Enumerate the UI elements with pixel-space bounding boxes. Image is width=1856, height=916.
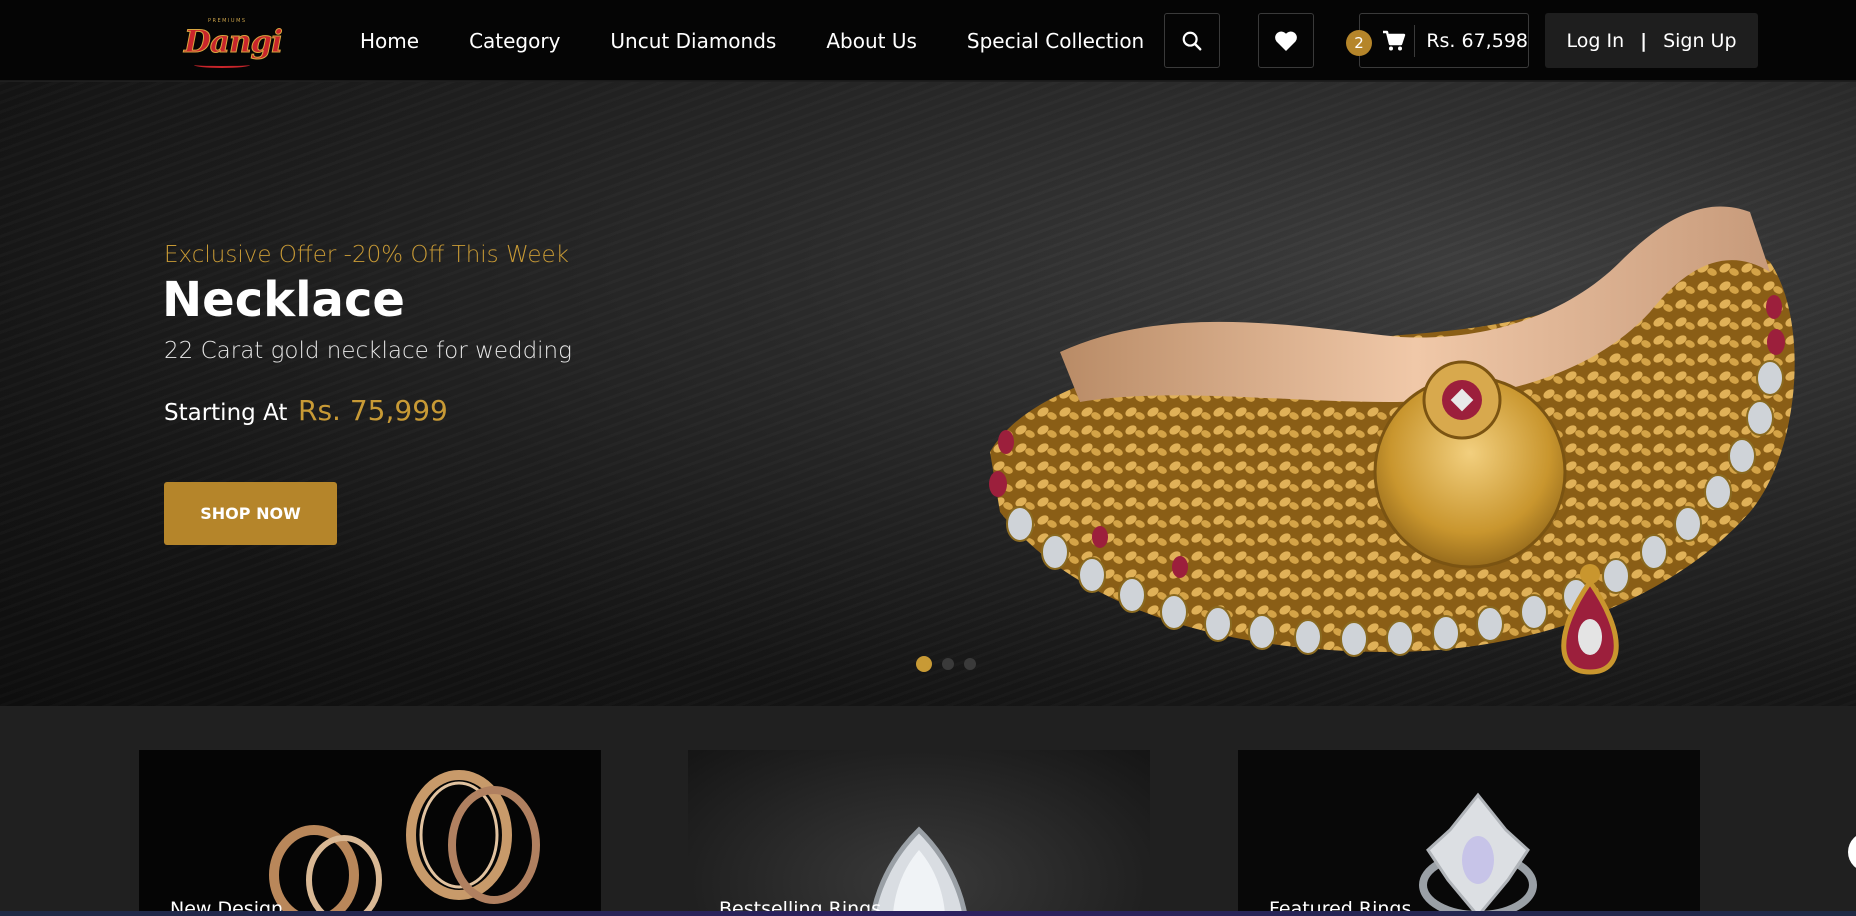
nav-about-us[interactable]: About Us [826, 29, 917, 53]
card-bestselling-rings[interactable]: Bestselling Rings [688, 750, 1150, 916]
bottom-edge-bar [0, 911, 1856, 916]
starting-at-label: Starting At [164, 400, 288, 426]
login-link[interactable]: Log In [1566, 30, 1624, 52]
card-new-design[interactable]: New Design [139, 750, 601, 916]
top-navbar: PREMIUMS Dangi Home Category Uncut Diamo… [0, 0, 1856, 81]
logo-wordmark: Dangi [184, 24, 284, 61]
ring-image [870, 826, 968, 916]
nav-home[interactable]: Home [360, 29, 419, 53]
carousel-dot-3[interactable] [964, 658, 976, 670]
nav-uncut-diamonds[interactable]: Uncut Diamonds [610, 29, 776, 53]
hero-banner: Exclusive Offer -20% Off This Week Neckl… [0, 82, 1856, 706]
brand-logo[interactable]: PREMIUMS Dangi [184, 18, 283, 70]
hero-subtitle: 22 Carat gold necklace for wedding [164, 338, 572, 364]
carousel-dot-1[interactable] [916, 656, 932, 672]
logo-swoosh [194, 62, 250, 68]
search-icon [1182, 31, 1202, 50]
category-cards: New Design Bestselling Rings Featured Ri… [0, 706, 1856, 916]
nav-special-collection[interactable]: Special Collection [967, 29, 1144, 53]
card-featured-rings[interactable]: Featured Rings [1238, 750, 1700, 916]
ring-image [1419, 792, 1537, 916]
hero-offer: Exclusive Offer -20% Off This Week [164, 242, 569, 268]
nav-category[interactable]: Category [469, 29, 560, 53]
auth-separator: | [1640, 29, 1648, 52]
carousel-dots [916, 656, 976, 672]
cart-icon [1382, 26, 1406, 56]
cart-button[interactable]: Rs. 67,598 [1359, 13, 1529, 68]
cart-count-badge: 2 [1346, 30, 1372, 56]
main-nav: Home Category Uncut Diamonds About Us Sp… [360, 0, 1194, 81]
cart-total: Rs. 67,598 [1426, 29, 1528, 52]
hero-price: Rs. 75,999 [298, 394, 448, 427]
search-button[interactable] [1164, 13, 1220, 68]
shop-now-button[interactable]: SHOP NOW [164, 482, 337, 545]
auth-box: Log In | Sign Up [1545, 13, 1758, 68]
wishlist-button[interactable] [1258, 13, 1314, 68]
necklace-image [989, 206, 1795, 675]
earrings-image [269, 770, 540, 916]
carousel-dot-2[interactable] [942, 658, 954, 670]
hero-title: Necklace [162, 272, 405, 328]
signup-link[interactable]: Sign Up [1663, 30, 1736, 52]
heart-icon [1275, 31, 1297, 51]
